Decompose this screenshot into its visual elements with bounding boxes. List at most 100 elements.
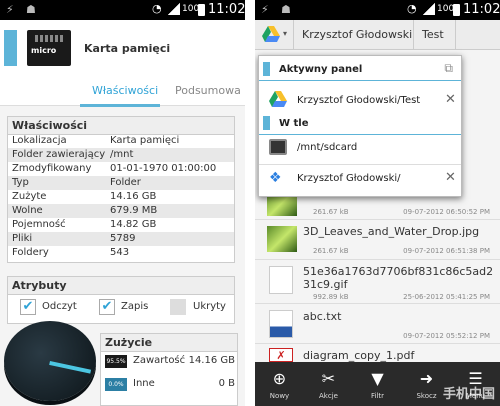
file-icon: [269, 266, 293, 294]
prop-row: Pliki 5789: [8, 232, 234, 246]
hidden-checkbox[interactable]: [170, 299, 186, 315]
usage-pie-chart: [4, 321, 96, 401]
file-name: 51e36a1763d7706bf831c86c5ad231c9.gif: [303, 265, 494, 291]
left-screen: ⚡ ☗ ◔ 100 11:02 micro Karta pamięci Właś…: [0, 0, 245, 406]
wifi-icon: ◔: [152, 2, 162, 15]
prop-row: Folder zawierający/mnt: [8, 148, 234, 162]
usage-value: 14.16 GB: [188, 355, 235, 366]
usage-title: Zużycie: [101, 334, 237, 352]
text-file-icon: [269, 310, 293, 338]
filter-icon: ▼: [371, 369, 384, 388]
copy-panel-icon[interactable]: ⧉: [444, 61, 453, 76]
crumb-current[interactable]: Test: [422, 28, 444, 41]
file-name: 3D_Leaves_and_Water_Drop.jpg: [303, 225, 480, 238]
active-panel-title: Aktywny panel: [279, 64, 363, 75]
usage-row: 0.0% Inne 0 B: [105, 376, 239, 394]
signal-icon: [168, 3, 180, 15]
usage-label: Inne: [133, 378, 155, 389]
prop-value: Folder: [110, 177, 141, 188]
prop-row: Foldery 543: [8, 246, 234, 260]
attributes-section: Atrybuty: [7, 276, 235, 324]
prop-value: /mnt: [110, 149, 134, 160]
breadcrumb: ▾ Krzysztof Głodowski Test: [255, 20, 500, 50]
header-title: Karta pamięci: [84, 42, 171, 55]
tab-summary[interactable]: Podsumowa: [175, 84, 241, 97]
tab-indicator: [80, 104, 160, 107]
file-item[interactable]: abc.txt 09-07-2012 05:52:12 PM: [255, 304, 500, 344]
prop-value: 543: [110, 247, 130, 258]
new-button[interactable]: ⊕ Nowy: [255, 362, 304, 406]
separator: [413, 20, 414, 50]
prop-key: Wolne: [12, 205, 43, 216]
separator: [293, 20, 294, 50]
actions-button[interactable]: ✂ Akcje: [304, 362, 353, 406]
divider: [259, 80, 461, 81]
tools-icon: ✂: [321, 369, 336, 388]
clock: 11:02: [463, 2, 500, 17]
prop-key: Folder zawierający: [12, 149, 106, 160]
wifi-icon: ◔: [407, 2, 417, 15]
usage-value: 0 B: [218, 378, 235, 389]
phone-storage-icon: [269, 139, 287, 155]
background-path: Krzysztof Głodowski/: [297, 173, 401, 184]
tab-properties[interactable]: Właściwości: [92, 84, 158, 97]
prop-row: Zmodyfikowany01-01-1970 01:00:00 AM: [8, 162, 234, 188]
prop-key: Typ: [12, 177, 29, 188]
prop-key: Zmodyfikowany: [12, 163, 92, 174]
attributes-title: Atrybuty: [8, 277, 234, 295]
accent-bar: [263, 62, 270, 76]
battery-icon: [198, 4, 205, 16]
close-icon[interactable]: ✕: [445, 92, 456, 107]
divider: [259, 134, 461, 135]
dropdown-icon[interactable]: ▾: [283, 29, 287, 38]
battery-percent: 100: [437, 4, 455, 14]
panel-popup: Aktywny panel ⧉ Krzysztof Głodowski/Test…: [258, 55, 462, 197]
file-date: 09-07-2012 06:51:38 PM: [403, 247, 490, 255]
usage-row: 95.5% Zawartość 14.16 GB: [105, 353, 239, 371]
accent-bar: [263, 116, 270, 130]
battery-percent: 100: [182, 4, 200, 14]
prop-row: Pojemność 14.82 GB: [8, 218, 234, 232]
drive-icon: [269, 91, 287, 107]
status-bar: ⚡ ☗ ◔ 100 11:02: [255, 0, 500, 20]
read-checkbox[interactable]: ✔: [20, 299, 36, 315]
prop-key: Lokalizacja: [12, 135, 67, 146]
prop-row: Zużyte 14.16 GB: [8, 190, 234, 204]
filter-button[interactable]: ▼ Filtr: [353, 362, 402, 406]
file-size: 992.89 kB: [313, 293, 349, 301]
write-label: Zapis: [121, 301, 149, 312]
battery-icon: [453, 4, 460, 16]
file-date: 25-06-2012 05:41:25 PM: [403, 293, 490, 301]
crumb-folder[interactable]: Krzysztof Głodowski: [302, 28, 412, 41]
plus-icon: ⊕: [272, 369, 287, 388]
prop-key: Pojemność: [12, 219, 66, 230]
background-path: /mnt/sdcard: [297, 142, 358, 153]
file-item[interactable]: ✗ diagram_copy_1.pdf: [255, 344, 500, 362]
hidden-label: Ukryty: [193, 301, 226, 312]
tab-bar: Właściwości Podsumowa: [0, 78, 245, 106]
prop-row: Typ Folder: [8, 176, 234, 190]
usb-icon: ⚡: [6, 3, 14, 16]
dropbox-icon: ❖: [269, 170, 282, 186]
android-icon: ☗: [281, 3, 291, 16]
separator: [455, 20, 456, 50]
file-item[interactable]: 3D_Leaves_and_Water_Drop.jpg 261.67 kB 0…: [255, 220, 500, 260]
file-size: 261.67 kB: [313, 208, 349, 216]
bottom-toolbar: ⊕ Nowy ✂ Akcje ▼ Filtr ➜ Skocz ☰ Menu 手机中国: [255, 362, 500, 406]
new-label: Nowy: [269, 392, 290, 400]
filter-label: Filtr: [370, 392, 385, 400]
file-size: 261.67 kB: [313, 247, 349, 255]
file-item[interactable]: 51e36a1763d7706bf831c86c5ad231c9.gif 992…: [255, 260, 500, 304]
prop-key: Zużyte: [12, 191, 47, 202]
file-name: abc.txt: [303, 310, 342, 323]
usb-icon: ⚡: [261, 3, 269, 16]
file-date: 09-07-2012 06:50:52 PM: [403, 208, 490, 216]
actions-label: Akcje: [319, 392, 338, 400]
right-screen: ⚡ ☗ ◔ 100 11:02 ▾ Krzysztof Głodowski Te…: [255, 0, 500, 406]
close-icon[interactable]: ✕: [445, 170, 456, 185]
prop-value: 14.16 GB: [110, 191, 157, 202]
write-checkbox[interactable]: ✔: [99, 299, 115, 315]
prop-key: Pliki: [12, 233, 33, 244]
prop-value: 14.82 GB: [110, 219, 157, 230]
drive-icon[interactable]: [262, 26, 280, 42]
